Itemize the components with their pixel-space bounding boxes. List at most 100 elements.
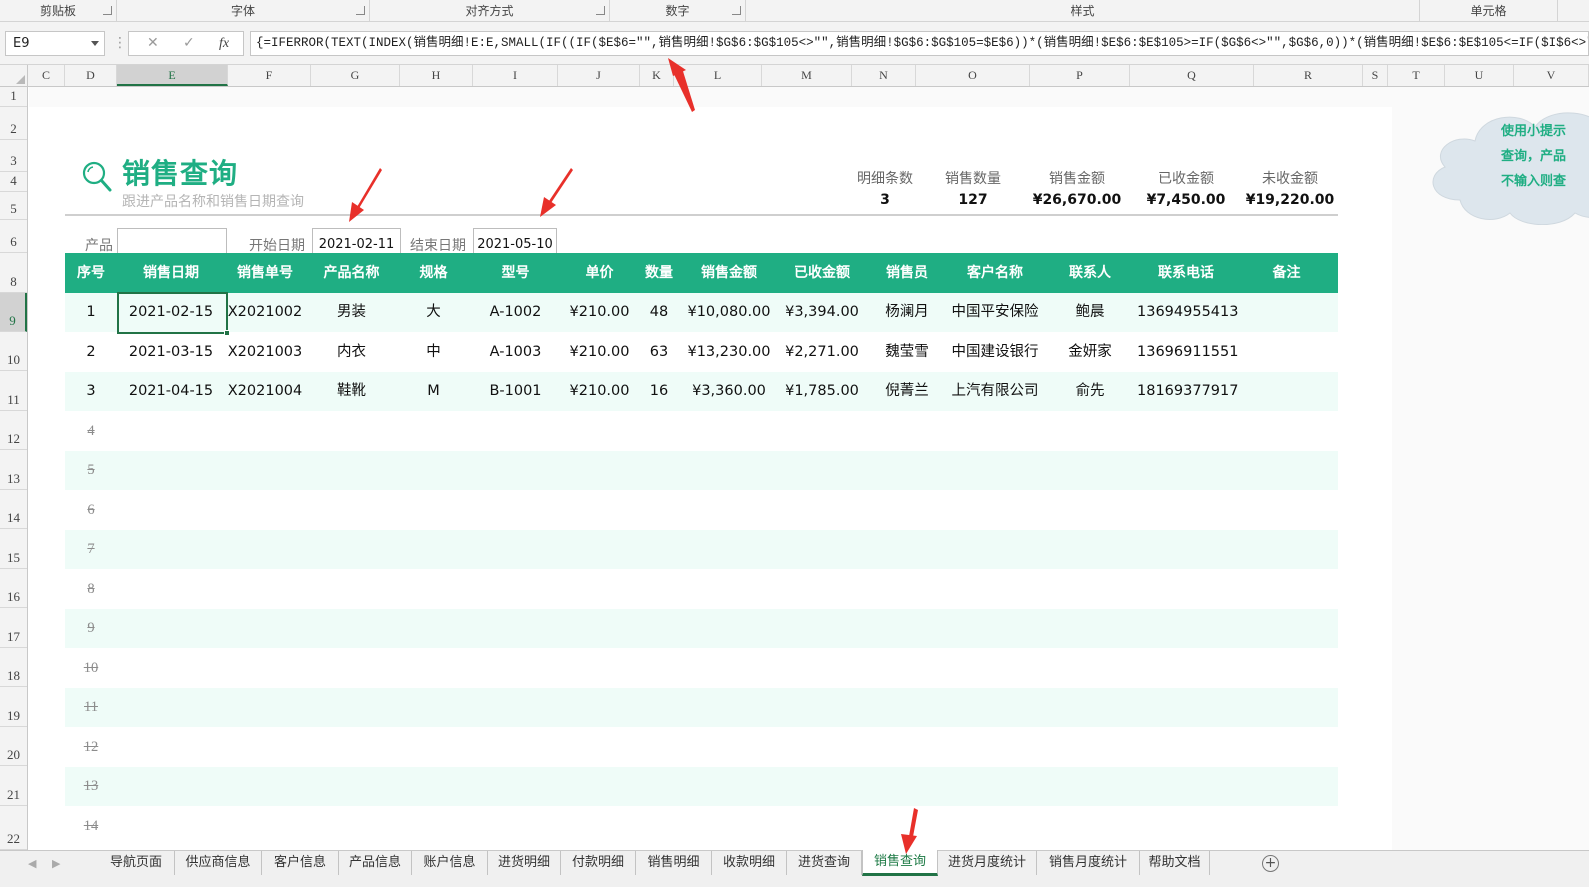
sheet-tab[interactable]: 进货月度统计 bbox=[938, 851, 1037, 875]
table-cell[interactable]: 中国建设银行 bbox=[947, 333, 1043, 372]
row-header-1[interactable]: 1 bbox=[0, 87, 27, 107]
row-header-19[interactable]: 19 bbox=[0, 687, 27, 727]
row-header-11[interactable]: 11 bbox=[0, 371, 27, 411]
row-header-10[interactable]: 10 bbox=[0, 332, 27, 371]
row-header-2[interactable]: 2 bbox=[0, 107, 27, 140]
scroll-tabs-left-icon[interactable]: ◀ bbox=[28, 857, 36, 870]
table-cell[interactable] bbox=[1235, 372, 1338, 411]
insert-function-icon[interactable]: fx bbox=[219, 32, 229, 55]
sheet-tab[interactable]: 进货查询 bbox=[787, 851, 862, 875]
table-cell[interactable]: 63 bbox=[637, 333, 681, 372]
row-header-12[interactable]: 12 bbox=[0, 411, 27, 450]
table-cell[interactable]: 中 bbox=[398, 333, 469, 372]
row-header-20[interactable]: 20 bbox=[0, 727, 27, 766]
table-cell[interactable]: A-1002 bbox=[469, 293, 562, 332]
sheet-tab[interactable]: 进货明细 bbox=[488, 851, 561, 875]
table-cell[interactable]: ¥3,360.00 bbox=[681, 372, 777, 411]
column-header-f[interactable]: F bbox=[228, 65, 311, 86]
row-header-16[interactable]: 16 bbox=[0, 569, 27, 608]
table-cell[interactable]: 倪菁兰 bbox=[867, 372, 947, 411]
table-cell[interactable] bbox=[1235, 293, 1338, 332]
dialog-launcher-icon[interactable] bbox=[356, 6, 365, 15]
fill-handle[interactable] bbox=[224, 330, 230, 336]
row-header-3[interactable]: 3 bbox=[0, 140, 27, 172]
dialog-launcher-icon[interactable] bbox=[596, 6, 605, 15]
table-cell[interactable]: B-1001 bbox=[469, 372, 562, 411]
column-header-c[interactable]: C bbox=[28, 65, 65, 86]
sheet-tab[interactable]: 销售查询 bbox=[862, 850, 938, 876]
sheet-tab[interactable]: 产品信息 bbox=[339, 851, 412, 875]
table-cell[interactable]: 鲍晨 bbox=[1043, 293, 1137, 332]
row-header-13[interactable]: 13 bbox=[0, 450, 27, 490]
table-cell[interactable]: 48 bbox=[637, 293, 681, 332]
enter-icon[interactable]: ✓ bbox=[183, 32, 195, 55]
column-header-i[interactable]: I bbox=[473, 65, 558, 86]
column-header-d[interactable]: D bbox=[65, 65, 117, 86]
table-cell[interactable]: 13696911551 bbox=[1137, 333, 1238, 372]
scroll-tabs-right-icon[interactable]: ▶ bbox=[52, 857, 60, 870]
table-row-empty[interactable]: 8 bbox=[65, 570, 1338, 609]
table-cell[interactable]: 男装 bbox=[305, 293, 398, 332]
cancel-icon[interactable]: ✕ bbox=[147, 32, 159, 55]
column-header-e[interactable]: E bbox=[117, 65, 228, 86]
column-header-q[interactable]: Q bbox=[1130, 65, 1254, 86]
row-header-8[interactable]: 8 bbox=[0, 253, 27, 293]
table-cell[interactable]: 金妍家 bbox=[1043, 333, 1137, 372]
table-cell[interactable]: 魏莹雪 bbox=[867, 333, 947, 372]
row-header-21[interactable]: 21 bbox=[0, 766, 27, 806]
sheet-tab[interactable]: 账户信息 bbox=[412, 851, 488, 875]
table-row-empty[interactable]: 7 bbox=[65, 530, 1338, 569]
table-cell[interactable]: ¥210.00 bbox=[562, 372, 637, 411]
table-cell[interactable]: 大 bbox=[398, 293, 469, 332]
table-row-empty[interactable]: 5 bbox=[65, 451, 1338, 490]
column-header-o[interactable]: O bbox=[916, 65, 1030, 86]
sheet-tab[interactable]: 收款明细 bbox=[712, 851, 787, 875]
column-header-g[interactable]: G bbox=[311, 65, 400, 86]
table-row-empty[interactable]: 12 bbox=[65, 728, 1338, 767]
table-cell[interactable]: X2021004 bbox=[225, 372, 305, 411]
select-all-button[interactable] bbox=[0, 65, 28, 86]
column-header-t[interactable]: T bbox=[1388, 65, 1445, 86]
column-header-u[interactable]: U bbox=[1445, 65, 1514, 86]
table-cell[interactable]: 13694955413 bbox=[1137, 293, 1238, 332]
table-cell[interactable]: 内衣 bbox=[305, 333, 398, 372]
column-header-p[interactable]: P bbox=[1030, 65, 1130, 86]
table-cell[interactable]: M bbox=[398, 372, 469, 411]
table-cell[interactable]: A-1003 bbox=[469, 333, 562, 372]
row-header-14[interactable]: 14 bbox=[0, 490, 27, 529]
table-cell[interactable]: ¥210.00 bbox=[562, 293, 637, 332]
table-row-empty[interactable]: 6 bbox=[65, 491, 1338, 530]
dialog-launcher-icon[interactable] bbox=[103, 6, 112, 15]
worksheet[interactable]: 销售查询 跟进产品名称和销售日期查询 明细条数 3 销售数量 127 销售金额 … bbox=[29, 87, 1589, 850]
active-cell-selection[interactable] bbox=[117, 292, 230, 336]
table-cell[interactable]: ¥210.00 bbox=[562, 333, 637, 372]
column-header-j[interactable]: J bbox=[558, 65, 640, 86]
sheet-tab[interactable]: 客户信息 bbox=[262, 851, 339, 875]
column-header-h[interactable]: H bbox=[400, 65, 473, 86]
table-cell[interactable]: ¥2,271.00 bbox=[777, 333, 867, 372]
table-cell[interactable]: 中国平安保险 bbox=[947, 293, 1043, 332]
table-row-empty[interactable]: 11 bbox=[65, 688, 1338, 727]
row-header-22[interactable]: 22 bbox=[0, 806, 27, 850]
formula-input[interactable]: {=IFERROR(TEXT(INDEX(销售明细!E:E,SMALL(IF((… bbox=[250, 31, 1589, 56]
table-cell[interactable]: ¥13,230.00 bbox=[681, 333, 777, 372]
column-header-m[interactable]: M bbox=[762, 65, 852, 86]
sheet-tab[interactable]: 导航页面 bbox=[98, 851, 175, 875]
table-cell[interactable]: ¥3,394.00 bbox=[777, 293, 867, 332]
table-row-empty[interactable]: 14 bbox=[65, 807, 1338, 846]
table-cell[interactable]: X2021002 bbox=[225, 293, 305, 332]
row-header-17[interactable]: 17 bbox=[0, 608, 27, 648]
table-cell[interactable]: 16 bbox=[637, 372, 681, 411]
column-header-v[interactable]: V bbox=[1514, 65, 1589, 86]
dialog-launcher-icon[interactable] bbox=[732, 6, 741, 15]
row-header-18[interactable]: 18 bbox=[0, 648, 27, 687]
table-cell[interactable]: 上汽有限公司 bbox=[947, 372, 1043, 411]
table-row[interactable]: 1 2021-02-15 X2021002 男装大 A-1002 ¥210.00 48 ¥10… bbox=[65, 293, 1338, 332]
table-cell[interactable]: 2021-03-15 bbox=[117, 333, 225, 372]
table-cell[interactable]: ¥10,080.00 bbox=[681, 293, 777, 332]
table-cell[interactable]: X2021003 bbox=[225, 333, 305, 372]
column-header-k[interactable]: K bbox=[640, 65, 674, 86]
row-header-5[interactable]: 5 bbox=[0, 192, 27, 220]
table-row-empty[interactable]: 10 bbox=[65, 649, 1338, 688]
table-row-empty[interactable]: 13 bbox=[65, 767, 1338, 806]
